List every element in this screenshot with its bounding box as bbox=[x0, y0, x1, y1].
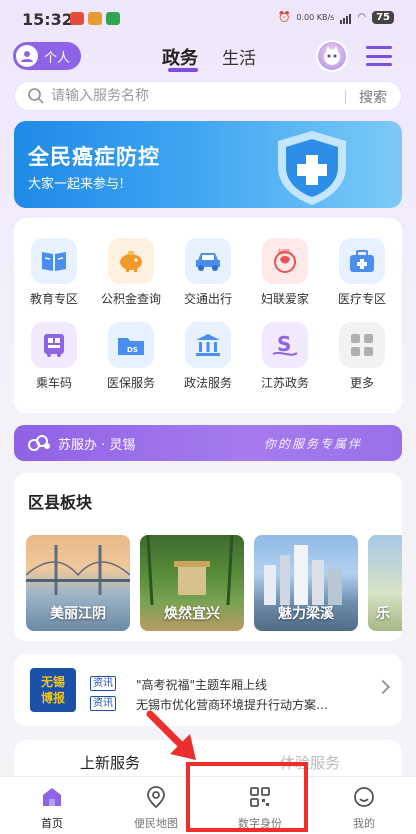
smiley-icon bbox=[352, 785, 376, 809]
status-time: 15:32 bbox=[22, 10, 73, 29]
search-button[interactable]: 搜索 bbox=[359, 87, 387, 107]
service-bus-code[interactable]: 乘车码 bbox=[16, 322, 92, 391]
nav-home[interactable]: 首页 bbox=[12, 785, 92, 831]
network-speed: 0.00 KB/s bbox=[296, 13, 335, 22]
service-label: 乘车码 bbox=[35, 376, 72, 390]
nav-label: 我的 bbox=[353, 817, 375, 830]
service-transport[interactable]: 交通出行 bbox=[170, 238, 246, 307]
banner-subtitle: 大家一起来参与! bbox=[28, 177, 125, 192]
alarm-icon: ⏰ bbox=[277, 12, 291, 23]
service-education[interactable]: 教育专区 bbox=[16, 238, 92, 307]
banner-title: 全民癌症防控 bbox=[28, 145, 160, 169]
service-label: 医保服务 bbox=[106, 376, 155, 390]
signal-icon bbox=[340, 12, 352, 24]
service-label: 医疗专区 bbox=[337, 292, 386, 306]
annotation-arrow-icon bbox=[146, 710, 196, 760]
search-divider bbox=[345, 90, 346, 104]
district-label: 美丽江阴 bbox=[50, 606, 106, 622]
service-label: 交通出行 bbox=[183, 292, 232, 306]
service-label: 更多 bbox=[349, 376, 374, 390]
service-label: 公积金查询 bbox=[100, 292, 161, 306]
battery-level: 75 bbox=[372, 11, 394, 24]
district-card-jiangyin[interactable]: 美丽江阴 bbox=[26, 535, 130, 631]
news-tag: 资讯 bbox=[90, 696, 116, 711]
district-card-yixing[interactable]: 焕然宜兴 bbox=[140, 535, 244, 631]
status-indicators: ⏰ 0.00 KB/s ◠ 75 bbox=[278, 11, 394, 24]
service-housing-fund[interactable]: 公积金查询 bbox=[93, 238, 169, 307]
book-icon bbox=[31, 238, 77, 284]
medical-insurance-card-icon: DS bbox=[108, 322, 154, 368]
service-label: 妇联爱家 bbox=[260, 292, 309, 306]
district-label: 乐 bbox=[376, 606, 390, 622]
service-jiangsu-gov[interactable]: S 江苏政务 bbox=[247, 322, 323, 391]
more-grid-icon bbox=[339, 322, 385, 368]
service-label: 教育专区 bbox=[29, 292, 78, 306]
courthouse-icon bbox=[185, 322, 231, 368]
news-tag: 资讯 bbox=[90, 676, 116, 691]
search-bar[interactable]: 搜索 bbox=[14, 81, 402, 111]
notification-app-icon bbox=[88, 12, 102, 25]
location-pin-icon bbox=[144, 785, 168, 809]
home-icon bbox=[40, 785, 64, 809]
news-logo-line1: 无锡 bbox=[40, 675, 65, 689]
piggy-bank-icon bbox=[108, 238, 154, 284]
personal-mode-button[interactable]: 个人 bbox=[13, 42, 81, 70]
jiangsu-gov-icon: S bbox=[262, 322, 308, 368]
bamboo-gate-photo bbox=[146, 535, 234, 606]
bus-code-icon bbox=[31, 322, 77, 368]
womens-federation-icon: 妇联 bbox=[262, 238, 308, 284]
notification-app-icon bbox=[70, 12, 84, 25]
wuxi-news-logo: 无锡 博报 bbox=[30, 668, 76, 712]
user-icon bbox=[16, 45, 38, 67]
suzhou-service-banner[interactable]: 苏服办 · 灵锡 你的服务专属伴 bbox=[14, 425, 402, 461]
section-title: 区县板块 bbox=[28, 493, 93, 512]
news-headline[interactable]: "高考祝福"主题车厢上线 bbox=[136, 676, 372, 693]
service-legal[interactable]: 政法服务 bbox=[170, 322, 246, 391]
service-more[interactable]: 更多 bbox=[324, 322, 400, 391]
tab-life[interactable]: 生活 bbox=[222, 44, 256, 69]
nav-convenience-map[interactable]: 便民地图 bbox=[116, 785, 196, 831]
su-service-slogan: 你的服务专属伴 bbox=[263, 437, 362, 451]
services-grid: 教育专区 公积金查询 交通出行 妇联 妇联爱家 医疗专区 乘车码 DS 医保服务… bbox=[14, 218, 402, 413]
car-icon bbox=[185, 238, 231, 284]
nav-mine[interactable]: 我的 bbox=[324, 785, 404, 831]
notification-app-icon bbox=[106, 12, 120, 25]
status-bar: 15:32 ⏰ 0.00 KB/s ◠ 75 bbox=[0, 0, 416, 38]
service-womens-federation[interactable]: 妇联 妇联爱家 bbox=[247, 238, 323, 307]
service-medical-insurance[interactable]: DS 医保服务 bbox=[93, 322, 169, 391]
svg-text:DS: DS bbox=[127, 346, 138, 354]
active-tab-indicator bbox=[168, 68, 198, 72]
district-section: 区县板块 美丽江阴 焕然宜兴 魅力梁溪 乐 bbox=[14, 473, 402, 641]
district-card-liangxi[interactable]: 魅力梁溪 bbox=[254, 535, 358, 631]
bridge-photo bbox=[26, 545, 130, 595]
news-card[interactable]: 无锡 博报 资讯 "高考祝福"主题车厢上线 资讯 无锡市优化营商环境提升行动方案… bbox=[14, 654, 402, 726]
wifi-icon: ◠ bbox=[357, 12, 367, 23]
nav-label: 首页 bbox=[41, 817, 63, 830]
annotation-highlight-box bbox=[186, 762, 308, 832]
tab-new-services[interactable]: 上新服务 bbox=[80, 752, 140, 773]
medical-shield-icon bbox=[278, 131, 346, 205]
svg-text:妇联: 妇联 bbox=[278, 248, 290, 256]
district-label: 焕然宜兴 bbox=[164, 606, 220, 622]
tab-government[interactable]: 政务 bbox=[162, 44, 198, 70]
search-icon bbox=[27, 87, 45, 105]
menu-icon[interactable] bbox=[366, 46, 392, 66]
promo-banner[interactable]: 全民癌症防控 大家一起来参与! bbox=[14, 121, 402, 208]
su-service-logo-icon bbox=[28, 435, 52, 451]
chevron-right-icon[interactable] bbox=[375, 679, 391, 695]
search-input[interactable] bbox=[51, 88, 321, 104]
service-label: 政法服务 bbox=[183, 376, 232, 390]
medical-kit-icon bbox=[339, 238, 385, 284]
su-service-label: 苏服办 · 灵锡 bbox=[58, 437, 136, 453]
service-label: 江苏政务 bbox=[260, 376, 309, 390]
district-card-fourth[interactable]: 乐 bbox=[368, 535, 402, 631]
service-medical[interactable]: 医疗专区 bbox=[324, 238, 400, 307]
news-logo-line2: 博报 bbox=[40, 691, 65, 705]
district-label: 魅力梁溪 bbox=[278, 606, 334, 622]
city-skyline-photo bbox=[264, 545, 342, 605]
personal-label: 个人 bbox=[44, 50, 71, 66]
nav-label: 便民地图 bbox=[134, 817, 178, 830]
mascot-avatar[interactable] bbox=[316, 40, 348, 72]
